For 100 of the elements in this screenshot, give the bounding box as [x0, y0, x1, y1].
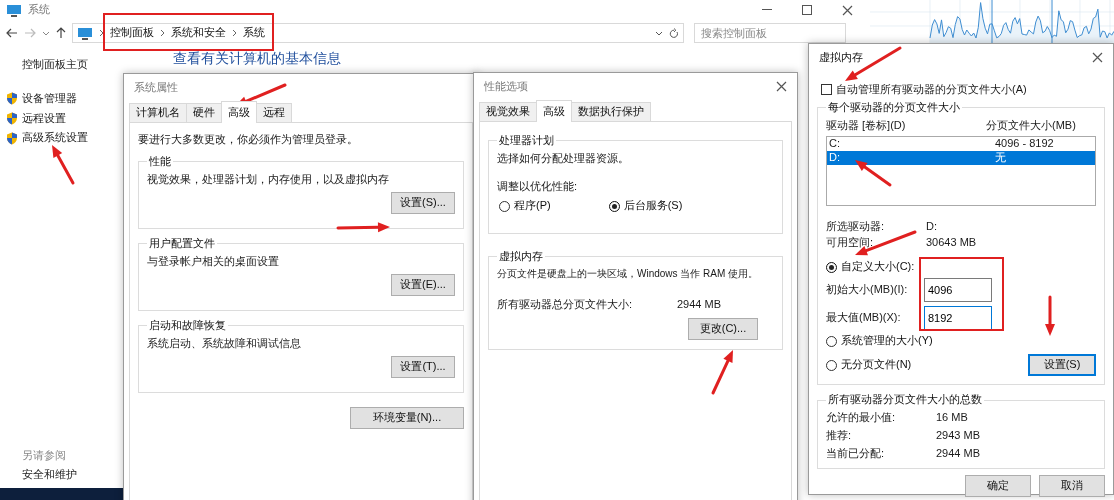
- refresh-icon[interactable]: [669, 27, 679, 39]
- tab[interactable]: 计算机名: [129, 103, 187, 122]
- caret-icon[interactable]: [42, 30, 50, 36]
- group-description: 系统启动、系统故障和调试信息: [147, 336, 302, 351]
- settings-button[interactable]: 设置(S)...: [391, 192, 455, 215]
- group-title: 所有驱动器分页文件大小的总数: [827, 393, 983, 407]
- group-description: 分页文件是硬盘上的一块区域，Windows 当作 RAM 使用。: [497, 267, 760, 281]
- input-field[interactable]: 4096: [924, 278, 992, 303]
- annotation-arrow: [52, 145, 75, 185]
- up-icon[interactable]: [56, 27, 66, 39]
- set-button[interactable]: 设置(S): [1028, 354, 1096, 377]
- field-value: 2944 MB: [677, 298, 722, 312]
- chevron-icon: [232, 29, 237, 37]
- field-value: 2944 MB: [936, 446, 981, 461]
- settings-button[interactable]: 设置(T)...: [391, 356, 455, 379]
- close-icon[interactable]: [776, 81, 787, 92]
- annotation-arrow: [336, 222, 390, 233]
- shield-icon: [6, 92, 18, 106]
- annotation-arrow: [1045, 295, 1055, 336]
- field-value: D:: [926, 220, 937, 234]
- group-description: 与登录帐户相关的桌面设置: [147, 254, 280, 269]
- field-label: 当前已分配:: [826, 446, 886, 461]
- page-heading: 查看有关计算机的基本信息: [173, 50, 341, 68]
- field-label: 推荐:: [826, 428, 853, 443]
- computer-icon: [77, 26, 93, 40]
- radio-button[interactable]: [826, 335, 837, 347]
- field-label: 所选驱动器:: [826, 220, 885, 233]
- shield-icon: [6, 131, 18, 145]
- radio-label[interactable]: 系统管理的大小(Y): [841, 334, 933, 348]
- section-label: 另请参阅: [22, 448, 67, 463]
- group-title: 虚拟内存: [498, 250, 544, 264]
- tab[interactable]: 高级: [221, 101, 257, 123]
- dialog-button[interactable]: 取消: [1039, 475, 1105, 498]
- environment-variables-button[interactable]: 环境变量(N)...: [350, 406, 464, 429]
- radio-label[interactable]: 后台服务(S): [623, 199, 683, 213]
- drive-list[interactable]: C: 4096 - 8192 D: 无: [826, 136, 1096, 207]
- radio-button[interactable]: [608, 200, 620, 212]
- table-cell: 4096 - 8192: [995, 137, 1054, 152]
- annotation-arrow: [711, 350, 733, 395]
- sidebar-link[interactable]: 控制面板主页: [22, 58, 122, 72]
- tab[interactable]: 远程: [256, 103, 292, 122]
- radio-label[interactable]: 程序(P): [514, 199, 551, 213]
- input-field[interactable]: 8192: [924, 306, 992, 331]
- column-header: 驱动器 [卷标](D): [826, 118, 907, 133]
- close-icon[interactable]: [841, 4, 853, 16]
- group-description: 视觉效果，处理器计划，内存使用，以及虚拟内存: [147, 172, 390, 187]
- field-label: 初始大小(MB)(I):: [826, 283, 909, 297]
- prompt-text: 调整以优化性能:: [497, 179, 579, 194]
- tab[interactable]: 数据执行保护: [571, 102, 651, 121]
- dialog-button[interactable]: 确定: [965, 475, 1031, 498]
- radio-button[interactable]: [826, 261, 837, 273]
- field-label: 可用空间:: [826, 236, 874, 248]
- tab[interactable]: 硬件: [186, 103, 222, 122]
- shield-icon: [6, 111, 18, 125]
- sidebar-link[interactable]: 远程设置: [22, 111, 66, 126]
- change-button[interactable]: 更改(C)...: [688, 318, 758, 340]
- field-value: 30643 MB: [926, 236, 977, 250]
- field-label: 所有驱动器总分页文件大小:: [497, 298, 634, 312]
- table-cell-text: D:: [829, 151, 841, 166]
- group-title: 性能: [148, 154, 172, 169]
- tab[interactable]: 视觉效果: [479, 102, 537, 121]
- settings-button[interactable]: 设置(E)...: [391, 274, 455, 297]
- caret-icon[interactable]: [655, 30, 663, 36]
- radio-label[interactable]: 无分页文件(N): [841, 358, 912, 373]
- chevron-icon: [99, 29, 104, 37]
- group-title: 用户配置文件: [148, 236, 216, 251]
- field-value: 2943 MB: [936, 428, 981, 443]
- breadcrumb-item[interactable]: 系统和安全: [171, 26, 226, 40]
- group-title: 启动和故障恢复: [148, 318, 227, 333]
- checkbox[interactable]: 自动管理所有驱动器的分页文件大小(A): [821, 83, 1113, 97]
- maximize-icon[interactable]: [802, 5, 812, 15]
- search-field[interactable]: 搜索控制面板: [694, 23, 846, 43]
- breadcrumb-item[interactable]: 控制面板: [110, 26, 154, 40]
- list-row[interactable]: C: 4096 - 8192: [827, 137, 1095, 152]
- table-cell-text: C:: [829, 137, 841, 152]
- table-cell: 无: [995, 151, 1006, 166]
- field-label: 允许的最小值:: [826, 411, 897, 425]
- radio-button[interactable]: [499, 200, 510, 212]
- dialog-title: 性能选项: [484, 79, 528, 94]
- back-icon[interactable]: [6, 28, 18, 38]
- chevron-icon: [160, 29, 165, 37]
- group-title: 每个驱动器的分页文件大小: [827, 100, 961, 115]
- computer-icon: [6, 3, 22, 17]
- tab[interactable]: 高级: [536, 100, 572, 122]
- sidebar-link[interactable]: 安全和维护: [22, 468, 122, 482]
- sidebar-link[interactable]: 高级系统设置: [22, 131, 88, 145]
- group-title: 处理器计划: [498, 134, 555, 148]
- radio-label[interactable]: 自定义大小(C):: [841, 260, 915, 275]
- list-row[interactable]: D: 无: [827, 151, 1095, 166]
- address-bar[interactable]: 控制面板 系统和安全 系统: [72, 23, 684, 43]
- notice-text: 要进行大多数更改，你必须作为管理员登录。: [138, 133, 359, 147]
- field-value: 16 MB: [936, 411, 968, 425]
- minimize-icon[interactable]: [762, 9, 772, 11]
- column-header: 分页文件大小(MB): [986, 118, 1076, 133]
- group-description: 选择如何分配处理器资源。: [497, 151, 630, 166]
- breadcrumb-item[interactable]: 系统: [243, 26, 265, 40]
- radio-button[interactable]: [826, 359, 837, 371]
- close-icon[interactable]: [1092, 52, 1103, 63]
- sidebar-link[interactable]: 设备管理器: [22, 91, 77, 106]
- field-label: 最大值(MB)(X):: [826, 311, 902, 325]
